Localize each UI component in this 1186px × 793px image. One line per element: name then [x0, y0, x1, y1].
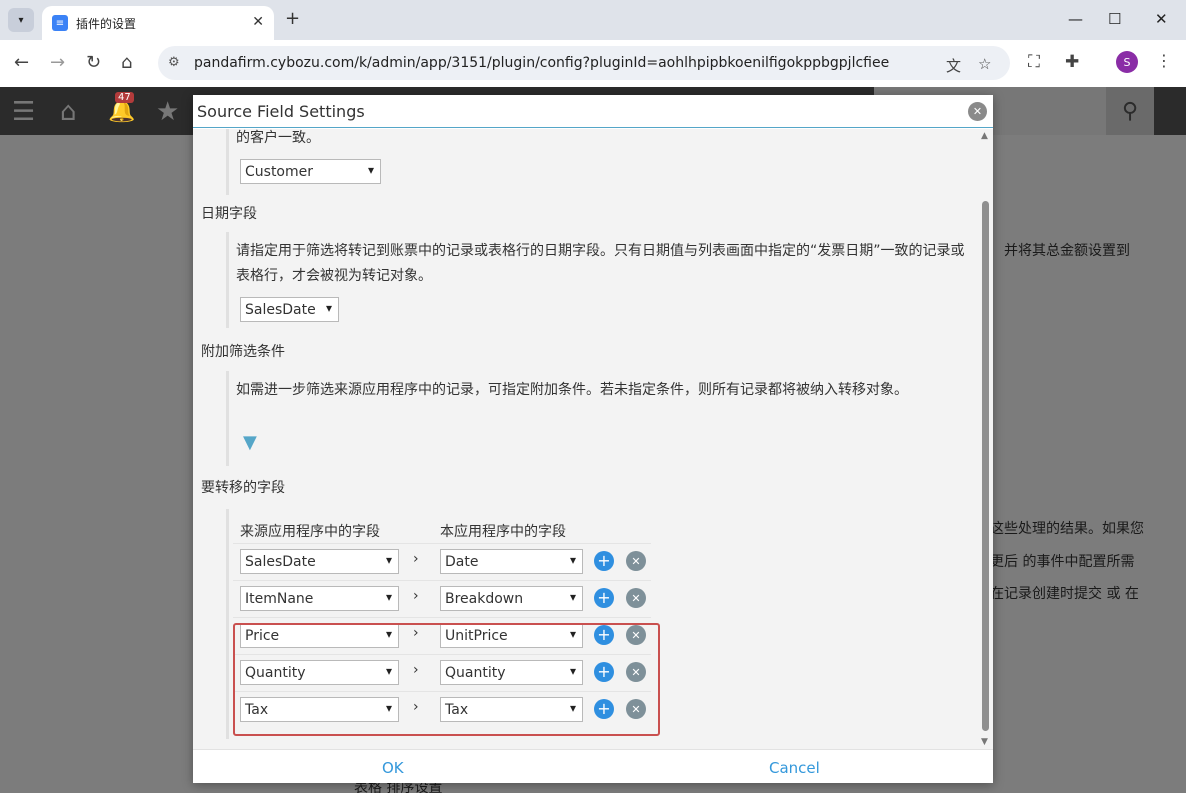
browser-tab[interactable]: ≡ 插件的设置 ✕ [42, 6, 274, 40]
scrollbar-thumb[interactable] [982, 201, 989, 731]
scroll-down-icon[interactable]: ▼ [981, 737, 988, 747]
tab-close-icon[interactable]: ✕ [252, 14, 264, 30]
background-text: 这些处理的结果。如果您 [990, 521, 1144, 537]
dialog-close-icon[interactable]: ✕ [968, 102, 987, 121]
header-right-area [1154, 87, 1186, 135]
section-border [226, 129, 229, 195]
dialog-title: Source Field Settings [197, 101, 365, 121]
highlight-box [233, 623, 660, 736]
ok-button[interactable]: OK [382, 759, 404, 777]
home-button[interactable]: ⌂ [121, 52, 132, 73]
target-column-header: 本应用程序中的字段 [440, 524, 566, 540]
section-border [226, 509, 229, 739]
address-bar[interactable]: ⚙ pandafirm.cybozu.com/k/admin/app/3151/… [158, 46, 1010, 80]
chevron-down-icon: ▾ [569, 553, 576, 567]
background-text: 在记录创建时提交 或 在 [990, 586, 1139, 602]
browser-menu-icon[interactable]: ⋮ [1156, 51, 1172, 70]
chevron-down-icon: ▾ [325, 301, 332, 315]
back-button[interactable]: ← [14, 52, 29, 73]
forward-button[interactable]: → [50, 52, 65, 73]
delete-row-button[interactable]: ✕ [626, 551, 646, 571]
date-field-label: 日期字段 [201, 206, 257, 222]
chevron-down-icon: ▾ [385, 590, 392, 604]
arrow-right-icon: › [413, 588, 419, 604]
bookmark-star-icon[interactable]: ☆ [978, 55, 991, 73]
dialog-body[interactable]: 的客户一致。 Customer ▾ 日期字段 请指定用于筛选将转记到账票中的记录或… [193, 129, 993, 749]
target-field-select[interactable]: Breakdown ▾ [440, 586, 583, 611]
source-field-select[interactable]: SalesDate ▾ [240, 549, 399, 574]
filter-desc: 如需进一步筛选来源应用程序中的记录，可指定附加条件。若未指定条件，则所有记录都将… [236, 382, 908, 398]
row-divider [233, 617, 651, 618]
arrow-right-icon: › [413, 551, 419, 567]
window-close-button[interactable]: ✕ [1155, 10, 1168, 28]
background-text: 更后 的事件中配置所需 [990, 554, 1135, 570]
new-tab-button[interactable]: + [285, 8, 300, 29]
add-row-button[interactable]: + [594, 588, 614, 608]
reload-button[interactable]: ↻ [86, 52, 101, 73]
dialog-header: Source Field Settings ✕ [193, 95, 993, 128]
home-icon[interactable]: ⌂ [60, 97, 77, 127]
chevron-down-icon: ▾ [569, 590, 576, 604]
chevron-down-icon: ▾ [367, 163, 374, 177]
plugin-favicon-icon: ≡ [52, 15, 68, 31]
notification-badge: 47 [115, 92, 134, 103]
dialog-footer: OK Cancel [193, 749, 993, 783]
extensions-icon[interactable]: ✚ [1065, 52, 1079, 72]
background-text: 并将其总金额设置到 [1004, 243, 1130, 259]
search-icon[interactable]: ⚲ [1106, 87, 1154, 135]
row-divider [233, 543, 651, 544]
tab-search-button[interactable]: ▾ [8, 8, 34, 32]
site-info-icon[interactable]: ⚙ [168, 55, 180, 70]
minimize-button[interactable]: — [1068, 10, 1083, 28]
browser-toolbar: ← → ↻ ⌂ ⚙ pandafirm.cybozu.com/k/admin/a… [0, 40, 1186, 87]
section-border [226, 232, 229, 328]
chevron-down-icon: ▾ [385, 553, 392, 567]
url-text: pandafirm.cybozu.com/k/admin/app/3151/pl… [194, 55, 890, 71]
tab-title: 插件的设置 [76, 16, 137, 31]
translate-icon[interactable]: 文 [946, 55, 961, 76]
profile-avatar[interactable]: S [1116, 51, 1138, 73]
source-field-select[interactable]: ItemNane ▾ [240, 586, 399, 611]
delete-row-button[interactable]: ✕ [626, 588, 646, 608]
filter-label: 附加筛选条件 [201, 344, 285, 360]
filter-icon[interactable]: ▼ [243, 432, 257, 453]
section-border [226, 371, 229, 466]
maximize-button[interactable]: ☐ [1108, 10, 1121, 28]
star-icon[interactable]: ★ [156, 97, 179, 127]
add-row-button[interactable]: + [594, 551, 614, 571]
screenshot-icon[interactable]: ⛶ [1028, 52, 1040, 72]
customer-field-select[interactable]: Customer ▾ [240, 159, 381, 184]
date-field-select[interactable]: SalesDate ▾ [240, 297, 339, 322]
fields-label: 要转移的字段 [201, 480, 285, 496]
row-divider [233, 580, 651, 581]
date-field-desc: 请指定用于筛选将转记到账票中的记录或表格行的日期字段。只有日期值与列表画面中指定… [236, 243, 965, 284]
target-field-select[interactable]: Date ▾ [440, 549, 583, 574]
customer-desc: 的客户一致。 [236, 130, 320, 146]
hamburger-menu-icon[interactable]: ☰ [12, 97, 35, 127]
source-field-settings-dialog: Source Field Settings ✕ 的客户一致。 Customer ▾… [193, 95, 993, 783]
scroll-up-icon[interactable]: ▲ [981, 131, 988, 141]
cancel-button[interactable]: Cancel [769, 759, 820, 777]
browser-titlebar: ▾ ≡ 插件的设置 ✕ + — ☐ ✕ [0, 0, 1186, 40]
source-column-header: 来源应用程序中的字段 [240, 524, 380, 540]
